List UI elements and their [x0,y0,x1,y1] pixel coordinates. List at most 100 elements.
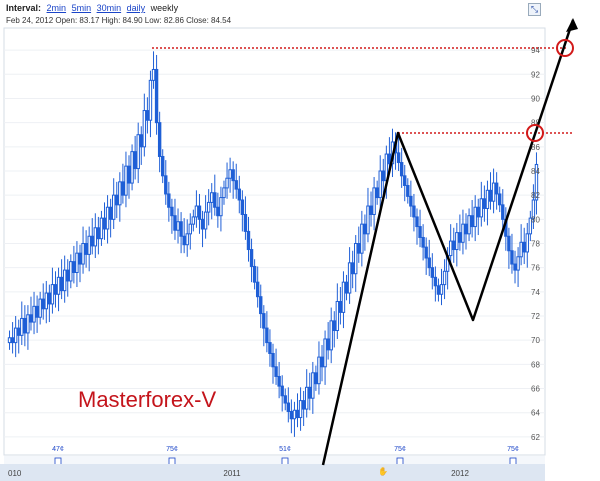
candle-body [479,198,484,218]
candle-body [197,205,202,220]
candle-body [292,409,297,420]
candle-body [268,342,272,354]
candle-body [81,243,85,265]
candle-body [433,276,438,287]
candle-body [115,194,119,206]
price-chart: 6264666870727476788082848688909294 47¢ 75… [0,18,578,481]
candle-body [317,356,321,385]
dividend-marker-icon [168,457,176,466]
candle-body [308,386,312,399]
candle-body [222,187,226,199]
candle-body [412,205,416,218]
candle-body [164,175,168,195]
candle-body [240,199,245,215]
candle-body [203,211,208,230]
candle-body [176,221,180,231]
candle-body [136,134,140,170]
candle-body [243,213,248,232]
candle-body [427,257,431,269]
candle-body [142,110,147,148]
candle-body [461,223,465,243]
candle-body [194,205,199,218]
candle-body [399,162,404,177]
candle-body [249,249,254,267]
candle-body [482,198,487,209]
candle-body [424,246,428,259]
candle-body [173,215,177,231]
candle-body [53,284,58,295]
dividend-label: 47¢ [52,446,64,453]
candle-body [311,372,315,399]
candle-body [525,233,529,253]
candle-body [507,235,511,252]
watermark-text: Masterforex-V [78,387,216,412]
candle-body [271,352,275,368]
candle-body [415,216,419,228]
candle-body [335,301,340,332]
candle-body [452,240,456,251]
y-tick-label: 82 [531,191,540,200]
dividend-marker-icon [396,457,404,466]
dividend-marker-icon [509,457,517,466]
candle-body [421,236,425,248]
candle-body [118,181,122,206]
candle-body [381,170,385,182]
candle-body [378,170,382,199]
candle-body [458,232,462,243]
dividend-marker-icon [281,457,289,466]
candlesticks [7,51,539,437]
candle-body [10,337,15,344]
candle-body [75,252,79,274]
candle-body [157,122,162,157]
y-tick-label: 84 [531,167,540,176]
candle-body [347,262,352,294]
candle-body [108,206,113,220]
candle-body [151,68,156,81]
candle-body [78,252,82,265]
candle-body [13,327,18,344]
hand-cursor-icon: ✋ [378,466,388,476]
candle-body [84,243,88,255]
candle-body [47,292,52,305]
candle-body [277,375,281,387]
candle-body [259,296,263,315]
candle-body [442,270,447,286]
candle-body [62,269,67,292]
candle-body [17,327,21,336]
candle-body [234,180,238,190]
y-tick-label: 62 [531,433,540,442]
candle-body [513,263,517,271]
y-tick-label: 76 [531,264,540,273]
candle-body [286,402,291,412]
candle-body [409,195,413,207]
candle-body [148,79,153,121]
candle-body [470,215,474,228]
candle-body [516,256,520,271]
candle-body [200,218,205,230]
candle-body [301,400,306,410]
candle-body [473,206,477,228]
candle-body [396,152,401,164]
candle-body [66,269,70,282]
candle-body [246,230,251,251]
candle-body [363,223,367,235]
candle-body [231,169,235,182]
candle-body [510,250,514,265]
candle-body [298,400,303,419]
candle-body [228,169,232,179]
candle-body [69,261,73,282]
candle-body [476,206,480,218]
candle-body [304,386,309,410]
candle-body [332,320,336,332]
candle-body [179,221,183,237]
candle-body [191,216,196,225]
candle-body [38,298,42,318]
candle-body [72,261,76,274]
candle-body [102,217,107,230]
candle-body [29,314,33,323]
candle-body [130,151,134,184]
candle-body [56,276,61,295]
candle-body [99,217,104,240]
candle-body [369,205,373,215]
candle-body [314,372,318,385]
